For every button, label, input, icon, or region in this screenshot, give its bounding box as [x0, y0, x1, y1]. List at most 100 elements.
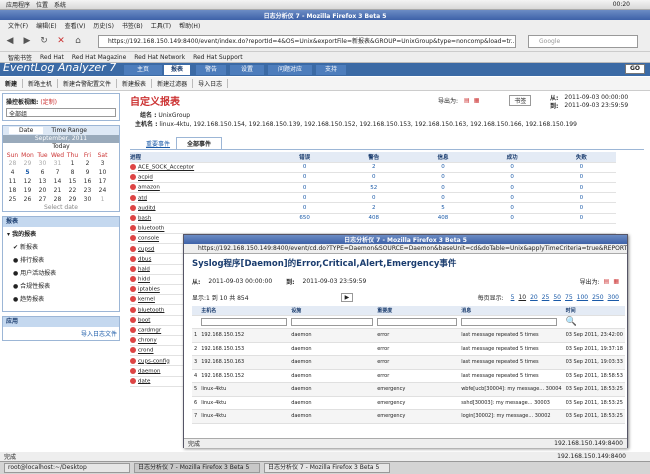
tab-settings[interactable]: 设置: [230, 65, 264, 75]
bookmark-redhat-support[interactable]: Red Hat Support: [193, 54, 242, 61]
count-cell[interactable]: 0: [546, 182, 616, 194]
per-page-option[interactable]: 10: [518, 294, 526, 301]
filter-facility[interactable]: [289, 315, 376, 329]
task-firefox-1[interactable]: 日志分析仪 7 - Mozilla Firefox 3 Beta 5: [134, 463, 260, 473]
cal-tab-date[interactable]: Date: [9, 127, 44, 134]
count-cell[interactable]: 0: [546, 213, 616, 224]
col-success[interactable]: 成功: [477, 152, 547, 163]
report-my[interactable]: ▾ 我的报表: [3, 227, 119, 240]
stop-icon[interactable]: ✕: [54, 34, 68, 48]
cal-date[interactable]: 27: [35, 195, 50, 204]
process-cell[interactable]: ACE_SOCK_Acceptor: [130, 162, 270, 173]
tab-support[interactable]: 支持: [316, 65, 346, 75]
process-name[interactable]: acpid: [138, 175, 153, 181]
cal-date[interactable]: 28: [50, 195, 65, 204]
col-info[interactable]: 信息: [408, 152, 478, 163]
process-name[interactable]: hald: [138, 266, 150, 272]
cal-date[interactable]: 31: [50, 159, 65, 168]
places-menu[interactable]: 位置: [36, 0, 48, 9]
cal-date[interactable]: 21: [50, 186, 65, 195]
cal-date[interactable]: 6: [35, 168, 50, 177]
cal-date[interactable]: 12: [20, 177, 35, 186]
tab-alerts[interactable]: 警告: [196, 65, 226, 75]
cal-date[interactable]: 23: [80, 186, 95, 195]
per-page-option[interactable]: 300: [608, 294, 619, 301]
cal-date[interactable]: 14: [50, 177, 65, 186]
count-cell[interactable]: 0: [477, 172, 547, 184]
count-cell[interactable]: 408: [408, 213, 478, 224]
count-cell[interactable]: 2: [339, 162, 409, 173]
process-name[interactable]: cups-config: [138, 358, 170, 364]
count-cell[interactable]: 0: [339, 172, 409, 184]
col-message[interactable]: 消息: [459, 306, 564, 316]
reload-icon[interactable]: ↻: [37, 34, 51, 48]
home-icon[interactable]: ⌂: [71, 34, 85, 48]
col-failure[interactable]: 失败: [546, 152, 616, 163]
cal-tab-range[interactable]: Time Range: [51, 127, 87, 134]
task-firefox-2[interactable]: 日志分析仪 7 - Mozilla Firefox 3 Beta 5: [264, 463, 390, 473]
process-name[interactable]: dbus: [138, 256, 151, 262]
count-cell[interactable]: 0: [408, 192, 478, 204]
process-cell[interactable]: bluetooth: [130, 223, 270, 235]
report-new[interactable]: ✔ 新报表: [3, 240, 119, 253]
group-select[interactable]: 全部组: [6, 108, 116, 118]
cal-date[interactable]: 16: [80, 177, 95, 186]
forward-icon[interactable]: ▶: [20, 34, 34, 48]
count-cell[interactable]: 5: [408, 202, 478, 214]
count-cell[interactable]: 0: [408, 162, 478, 173]
count-cell[interactable]: 0: [477, 162, 547, 173]
process-name[interactable]: hidd: [138, 277, 150, 283]
cal-date[interactable]: 19: [20, 186, 35, 195]
count-cell[interactable]: 0: [546, 202, 616, 214]
process-name[interactable]: ACE_SOCK_Acceptor: [138, 165, 194, 171]
cal-date[interactable]: 24: [95, 186, 110, 195]
search-box[interactable]: Google: [528, 35, 638, 48]
count-cell[interactable]: 0: [546, 162, 616, 173]
col-error[interactable]: 错误: [270, 152, 340, 163]
cal-date[interactable]: 10: [95, 168, 110, 177]
url-bar[interactable]: https://192.168.150.149:8400/event/index…: [98, 35, 516, 48]
import-logfile-link[interactable]: 导入日志文件: [3, 327, 119, 340]
tab-home[interactable]: 主页: [124, 65, 162, 75]
task-terminal[interactable]: root@localhost:~/Desktop: [4, 463, 130, 473]
col-hostname[interactable]: 主机名: [199, 306, 290, 316]
cal-date[interactable]: 9: [80, 168, 95, 177]
count-cell[interactable]: 2: [339, 202, 409, 214]
bookmark-redhat-network[interactable]: Red Hat Network: [134, 54, 185, 61]
bookmark-redhat-magazine[interactable]: Red Hat Magazine: [72, 54, 126, 61]
process-name[interactable]: kernel: [138, 297, 155, 303]
cal-date[interactable]: 3: [95, 159, 110, 168]
pdf-export-icon[interactable]: ▤: [464, 97, 470, 104]
cal-date[interactable]: 8: [65, 168, 80, 177]
report-compliance[interactable]: ● 合规性报表: [3, 279, 119, 292]
cal-date[interactable]: 20: [35, 186, 50, 195]
menu-history[interactable]: 历史(S): [93, 21, 114, 30]
filter-severity[interactable]: [375, 315, 460, 329]
process-cell[interactable]: auditd: [130, 202, 270, 214]
cal-date[interactable]: 2: [80, 159, 95, 168]
count-cell[interactable]: 0: [477, 213, 547, 224]
count-cell[interactable]: 0: [477, 182, 547, 194]
cal-date[interactable]: 30: [80, 195, 95, 204]
per-page-option[interactable]: 250: [592, 294, 603, 301]
process-name[interactable]: bash: [138, 215, 151, 221]
csv-export-icon[interactable]: ▦: [474, 97, 480, 104]
bookmark-button[interactable]: 书签: [509, 95, 532, 106]
cal-date[interactable]: 11: [5, 177, 20, 186]
new-button[interactable]: 新建: [0, 79, 24, 88]
menu-file[interactable]: 文件(F): [8, 21, 28, 30]
count-cell[interactable]: 0: [270, 202, 340, 214]
menu-bookmarks[interactable]: 书签(B): [122, 21, 143, 30]
cal-date[interactable]: 30: [35, 159, 50, 168]
process-name[interactable]: iptables: [138, 287, 160, 293]
count-cell[interactable]: 52: [339, 182, 409, 194]
cal-date[interactable]: 22: [65, 186, 80, 195]
menu-help[interactable]: 帮助(H): [179, 21, 200, 30]
process-name[interactable]: amazon: [138, 185, 160, 191]
cal-date[interactable]: 26: [20, 195, 35, 204]
count-cell[interactable]: 0: [477, 202, 547, 214]
report-user[interactable]: ● 用户活动报表: [3, 266, 119, 279]
count-cell[interactable]: 0: [270, 192, 340, 204]
cal-date[interactable]: 17: [95, 177, 110, 186]
process-cell[interactable]: atd: [130, 192, 270, 204]
